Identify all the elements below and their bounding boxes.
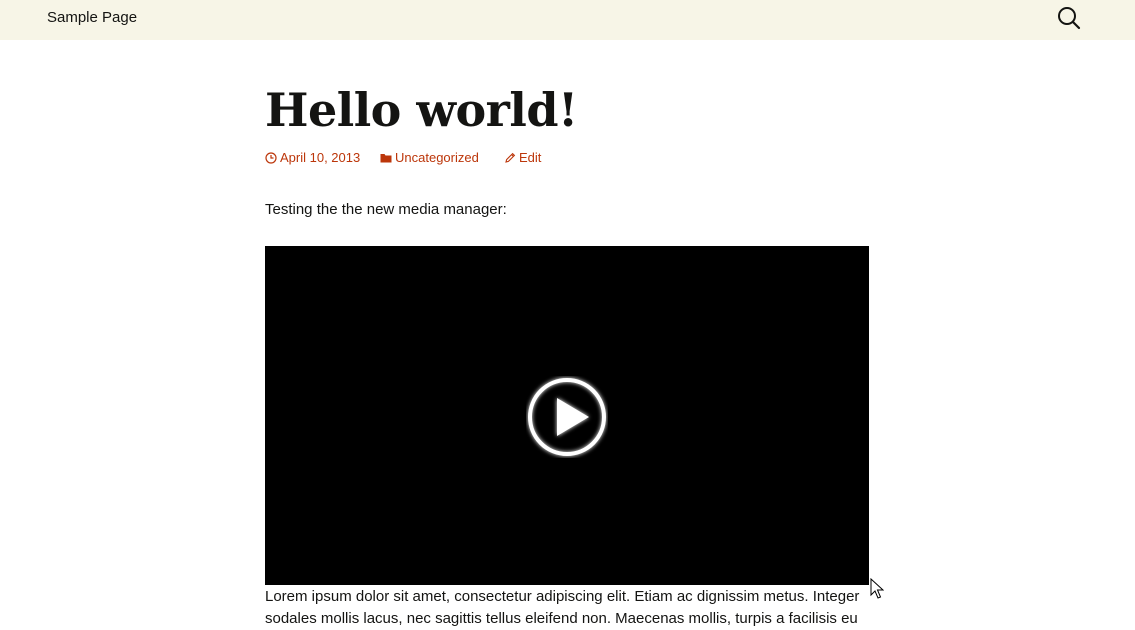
category-label: Uncategorized xyxy=(395,150,479,165)
nav-link-sample-page[interactable]: Sample Page xyxy=(47,9,137,27)
play-icon[interactable] xyxy=(526,376,608,458)
edit-link[interactable]: Edit xyxy=(504,149,541,167)
folder-icon xyxy=(380,154,392,163)
video-player[interactable] xyxy=(265,246,869,585)
category-link[interactable]: Uncategorized xyxy=(380,149,479,167)
mouse-cursor-icon xyxy=(870,577,885,600)
top-navigation-bar: Sample Page xyxy=(0,0,1135,40)
edit-label: Edit xyxy=(519,150,542,165)
post-date-label: April 10, 2013 xyxy=(280,150,361,165)
post-intro-text: Testing the the new media manager: xyxy=(265,201,507,218)
post-date-link[interactable]: April 10, 2013 xyxy=(265,149,360,167)
search-icon[interactable] xyxy=(1056,5,1082,31)
post-title[interactable]: Hello world! xyxy=(265,82,578,138)
post-body-text: Lorem ipsum dolor sit amet, consectetur … xyxy=(265,588,860,627)
clock-icon xyxy=(265,152,277,164)
pencil-icon xyxy=(505,152,516,163)
